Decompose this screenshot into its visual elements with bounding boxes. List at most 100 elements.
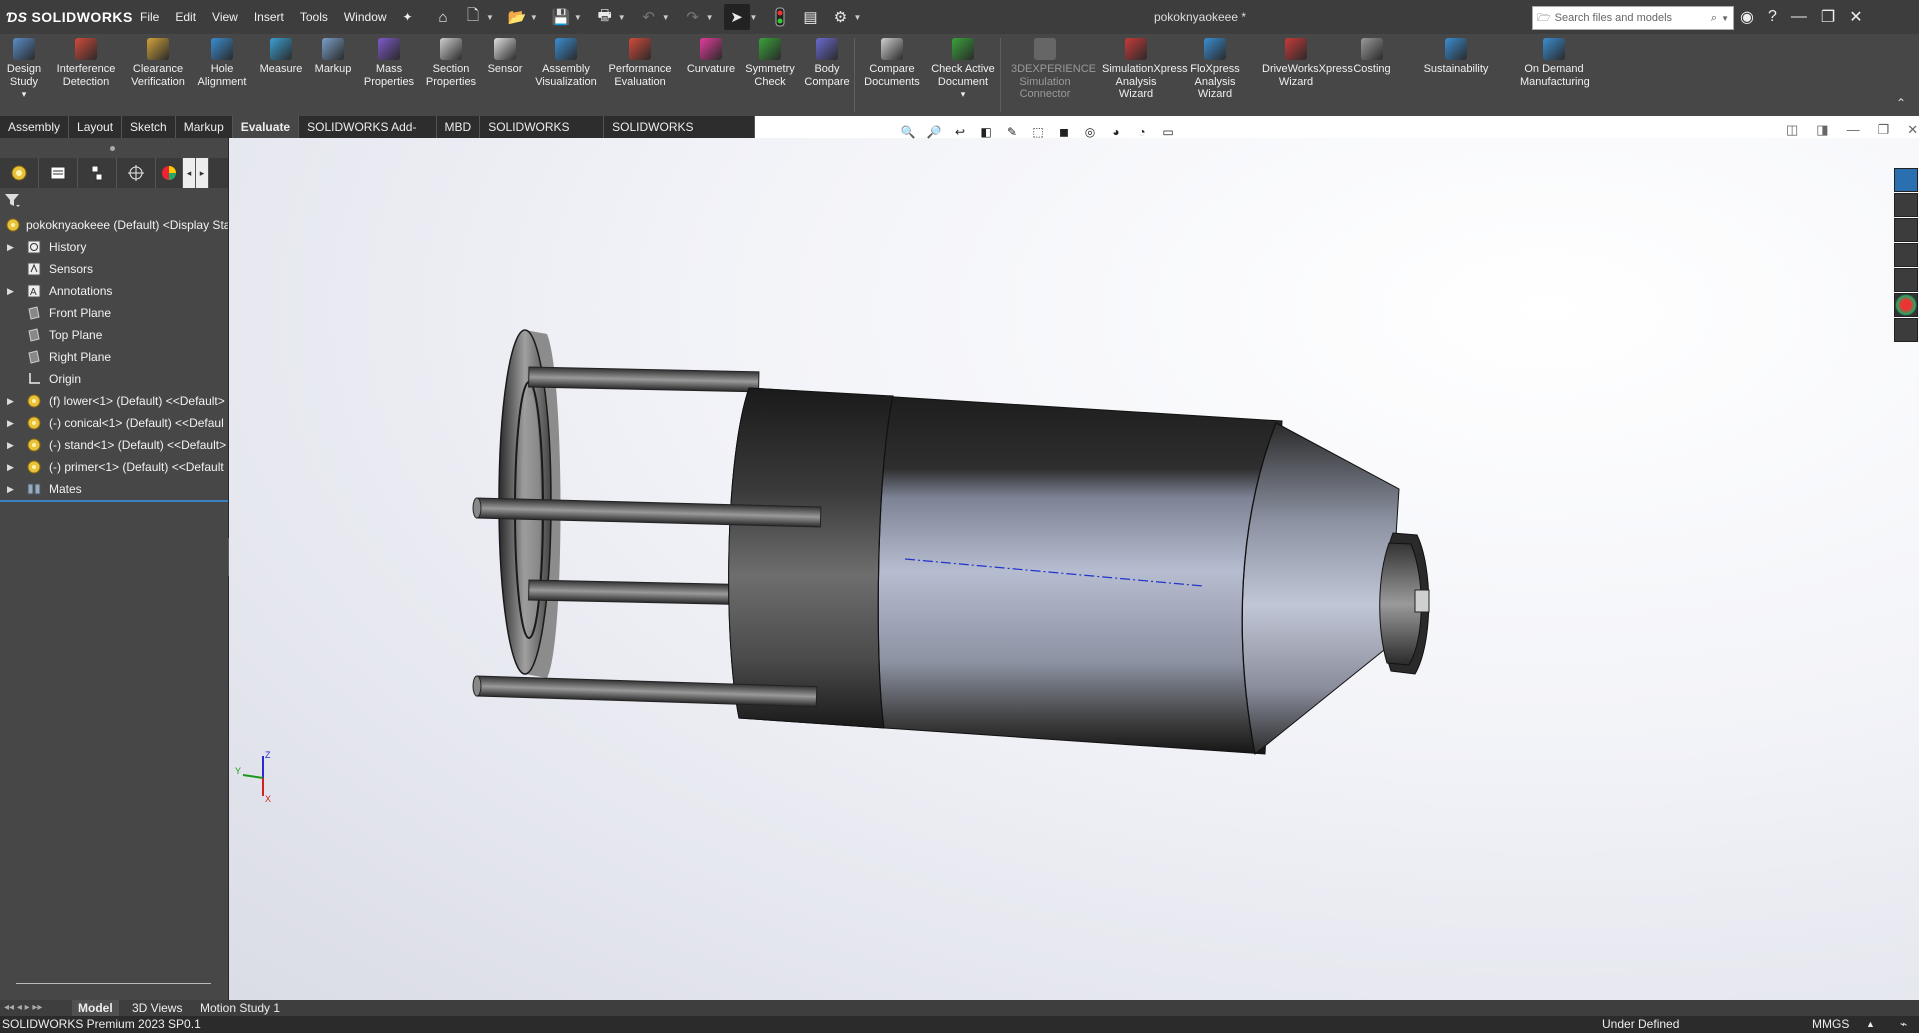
file-explorer-icon[interactable] — [1894, 243, 1918, 267]
zoom-to-area-icon[interactable]: 🔎 — [924, 122, 944, 142]
edit-appearance-icon[interactable]: ◕ — [1106, 122, 1126, 142]
new-dropdown-icon[interactable]: ▼ — [486, 13, 494, 22]
curvature-button[interactable]: Curvature — [677, 38, 745, 76]
sensor-button[interactable]: Sensor — [471, 38, 539, 76]
tab-motion-study[interactable]: Motion Study 1 — [194, 1000, 286, 1016]
tree-item-f-lower-default-default[interactable]: ▶ (f) lower<1> (Default) <<Default> — [0, 390, 228, 412]
hide-show-items-icon[interactable]: ◎ — [1080, 122, 1100, 142]
dimxpert-tab-icon[interactable] — [117, 158, 156, 188]
dropdown-caret-icon[interactable]: ▾ — [0, 88, 58, 101]
tree-item-sensors[interactable]: Sensors — [0, 258, 228, 280]
dynamic-annotation-icon[interactable]: ✎ — [1002, 122, 1022, 142]
display-style-icon[interactable]: ◼ — [1054, 122, 1074, 142]
on-demand-manufacturing-button[interactable]: On Demand Manufacturing — [1520, 38, 1590, 88]
menu-tools[interactable]: Tools — [292, 0, 336, 34]
expand-arrow-icon[interactable]: ▶ — [7, 390, 14, 412]
tree-item-top-plane[interactable]: Top Plane — [0, 324, 228, 346]
design-library-icon[interactable] — [1894, 218, 1918, 242]
home-icon[interactable]: ⌂ — [430, 4, 456, 30]
view-palette-icon[interactable] — [1894, 268, 1918, 292]
user-account-icon[interactable]: ◉ — [1740, 7, 1754, 27]
tree-item-stand-default-default[interactable]: ▶ (-) stand<1> (Default) <<Default> — [0, 434, 228, 456]
menu-view[interactable]: View — [204, 0, 246, 34]
apply-scene-icon[interactable]: ◔ — [1132, 122, 1152, 142]
undo-icon[interactable]: ↶ — [636, 4, 662, 30]
expand-arrow-icon[interactable]: ▶ — [7, 434, 14, 456]
rebuild-icon[interactable] — [767, 4, 793, 30]
restore-icon[interactable]: ❐ — [1821, 7, 1835, 27]
tab-markup[interactable]: Markup — [176, 116, 233, 138]
display-manager-tab-icon[interactable] — [156, 158, 183, 188]
help-icon[interactable]: ? — [1768, 8, 1777, 26]
mass-properties-button[interactable]: Mass Properties — [355, 38, 423, 88]
simulationxpress-button[interactable]: SimulationXpress Analysis Wizard — [1102, 38, 1188, 101]
simulation-connector-button[interactable]: 3DEXPERIENCE Simulation Connector — [1011, 38, 1096, 101]
print-dropdown-icon[interactable]: ▼ — [618, 13, 626, 22]
featuremanager-tab-icon[interactable] — [0, 158, 39, 188]
undo-dropdown-icon[interactable]: ▼ — [662, 13, 670, 22]
tree-item-history[interactable]: ▶ History — [0, 236, 228, 258]
options-gear-icon[interactable]: ⚙ — [827, 4, 853, 30]
menu-file[interactable]: File — [132, 0, 167, 34]
status-help-icon[interactable]: ⌁ — [1900, 1016, 1907, 1033]
tab-assembly[interactable]: Assembly — [0, 116, 70, 138]
costing-button[interactable]: Costing — [1338, 38, 1406, 76]
panel-scroll-left-icon[interactable]: ◂ — [183, 158, 196, 188]
tab-solidworks-add-ins[interactable]: SOLIDWORKS Add-Ins — [299, 116, 437, 156]
expand-arrow-icon[interactable]: ▶ — [7, 412, 14, 434]
viewport-restore-icon[interactable]: ❐ — [1878, 122, 1890, 138]
panel-scrollbar[interactable] — [16, 983, 211, 984]
viewport-close-icon[interactable]: ✕ — [1907, 122, 1918, 138]
3dexperience-icon[interactable] — [1894, 193, 1918, 217]
viewport-tile-right-icon[interactable]: ◨ — [1816, 122, 1828, 138]
tree-item-right-plane[interactable]: Right Plane — [0, 346, 228, 368]
interference-detection-button[interactable]: Interference Detection — [52, 38, 120, 88]
section-view-icon[interactable]: ◧ — [976, 122, 996, 142]
units-dropdown-icon[interactable]: ▲ — [1866, 1016, 1875, 1033]
open-icon[interactable]: 📂 — [504, 4, 530, 30]
tab-layout[interactable]: Layout — [69, 116, 123, 138]
graphics-area[interactable]: Z Y X — [229, 138, 1919, 1000]
viewport-tile-left-icon[interactable]: ◫ — [1786, 122, 1798, 138]
new-document-icon[interactable]: 🗋 — [460, 4, 486, 30]
tab-mbd[interactable]: MBD — [437, 116, 481, 138]
check-active-document-button[interactable]: Check Active Document ▾ — [929, 38, 997, 101]
tab-solidworks-inspection[interactable]: SOLIDWORKS Inspection — [604, 116, 755, 156]
tree-item-origin[interactable]: Origin — [0, 368, 228, 390]
tab-nav-arrows-icon[interactable]: ◂◂ ◂ ▸ ▸▸ — [4, 1002, 42, 1013]
save-icon[interactable]: 💾 — [548, 4, 574, 30]
menu-insert[interactable]: Insert — [246, 0, 292, 34]
sustainability-button[interactable]: Sustainability — [1422, 38, 1490, 76]
search-icon[interactable]: ⌕ — [1707, 12, 1721, 25]
body-compare-button[interactable]: Body Compare — [793, 38, 861, 88]
redo-dropdown-icon[interactable]: ▼ — [706, 13, 714, 22]
view-settings-icon[interactable]: ▭ — [1158, 122, 1178, 142]
tab-3d-views[interactable]: 3D Views — [126, 1000, 188, 1016]
clearance-verification-button[interactable]: Clearance Verification — [124, 38, 192, 88]
select-dropdown-icon[interactable]: ▼ — [750, 13, 758, 22]
configurationmanager-tab-icon[interactable] — [78, 158, 117, 188]
solidworks-logo[interactable]: ƊS SOLIDWORKS — [6, 0, 133, 34]
tree-item-mates[interactable]: ▶ Mates — [0, 478, 228, 500]
print-icon[interactable]: 🖶 — [592, 4, 618, 30]
appearances-icon[interactable] — [1894, 293, 1918, 317]
design-study-button[interactable]: Design Study ▾ — [0, 38, 58, 101]
tree-filter-icon[interactable] — [4, 192, 22, 211]
select-cursor-icon[interactable]: ➤ — [723, 4, 750, 30]
performance-evaluation-button[interactable]: Performance Evaluation — [606, 38, 674, 88]
search-dropdown-icon[interactable]: ▼ — [1721, 14, 1733, 23]
tree-item-conical-default-defaul[interactable]: ▶ (-) conical<1> (Default) <<Defaul — [0, 412, 228, 434]
expand-arrow-icon[interactable]: ▶ — [7, 236, 14, 258]
pin-icon[interactable]: ✦ — [395, 0, 421, 34]
search-input[interactable]: Search files and models — [1551, 12, 1707, 24]
custom-properties-icon[interactable] — [1894, 318, 1918, 342]
tree-item-annotations[interactable]: ▶ A Annotations — [0, 280, 228, 302]
save-dropdown-icon[interactable]: ▼ — [574, 13, 582, 22]
view-orientation-icon[interactable]: ⬚ — [1028, 122, 1048, 142]
open-dropdown-icon[interactable]: ▼ — [530, 13, 538, 22]
stand-rods[interactable] — [528, 366, 760, 606]
tab-evaluate[interactable]: Evaluate — [232, 116, 300, 138]
compare-documents-button[interactable]: Compare Documents — [858, 38, 926, 88]
close-icon[interactable]: ✕ — [1849, 7, 1862, 27]
propertymanager-tab-icon[interactable] — [39, 158, 78, 188]
